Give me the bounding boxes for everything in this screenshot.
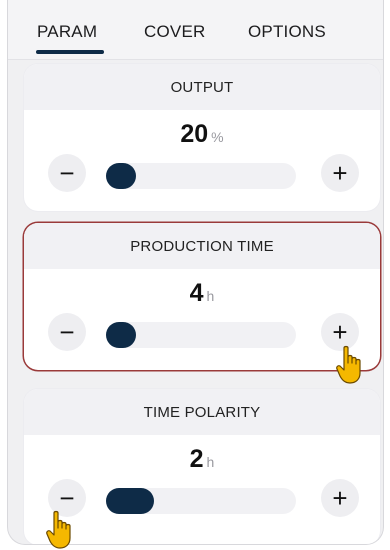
output-card: OUTPUT 20% − +: [24, 64, 380, 211]
output-decrement-button[interactable]: −: [48, 154, 86, 192]
time-polarity-value: 2: [189, 445, 204, 473]
hand-pointer-icon: [336, 345, 361, 384]
time-polarity-card-title: TIME POLARITY: [24, 389, 380, 435]
time-polarity-slider-fill[interactable]: [106, 488, 154, 514]
active-tab-indicator: [36, 50, 104, 54]
production-time-unit: h: [206, 288, 215, 304]
time-polarity-increment-button[interactable]: +: [321, 479, 359, 517]
plus-icon: +: [332, 483, 348, 513]
tab-param[interactable]: PARAM: [37, 22, 97, 42]
minus-icon: −: [59, 483, 75, 513]
production-time-slider-fill[interactable]: [106, 322, 136, 348]
minus-icon: −: [59, 158, 75, 188]
time-polarity-unit: h: [206, 454, 215, 470]
time-polarity-card: TIME POLARITY 2h − +: [24, 389, 380, 544]
production-time-card-title: PRODUCTION TIME: [24, 223, 380, 269]
output-slider[interactable]: [106, 163, 296, 189]
output-value-display: 20%: [24, 120, 380, 149]
production-time-value: 4: [189, 279, 204, 307]
minus-icon: −: [59, 317, 75, 347]
plus-icon: +: [332, 317, 348, 347]
output-slider-fill[interactable]: [106, 163, 136, 189]
production-time-value-display: 4h: [24, 279, 380, 308]
production-time-card: PRODUCTION TIME 4h − +: [24, 223, 380, 370]
time-polarity-value-display: 2h: [24, 445, 380, 474]
production-time-slider[interactable]: [106, 322, 296, 348]
production-time-decrement-button[interactable]: −: [48, 313, 86, 351]
plus-icon: +: [332, 158, 348, 188]
hand-pointer-icon: [46, 510, 71, 549]
tab-bar: PARAM COVER OPTIONS: [8, 0, 383, 60]
app-frame: PARAM COVER OPTIONS OUTPUT 20% − + PRODU…: [7, 0, 384, 545]
output-unit: %: [211, 129, 224, 145]
time-polarity-slider[interactable]: [106, 488, 296, 514]
output-value: 20: [180, 120, 209, 148]
tab-options[interactable]: OPTIONS: [248, 22, 326, 42]
output-increment-button[interactable]: +: [321, 154, 359, 192]
output-card-title: OUTPUT: [24, 64, 380, 110]
tab-cover[interactable]: COVER: [144, 22, 205, 42]
